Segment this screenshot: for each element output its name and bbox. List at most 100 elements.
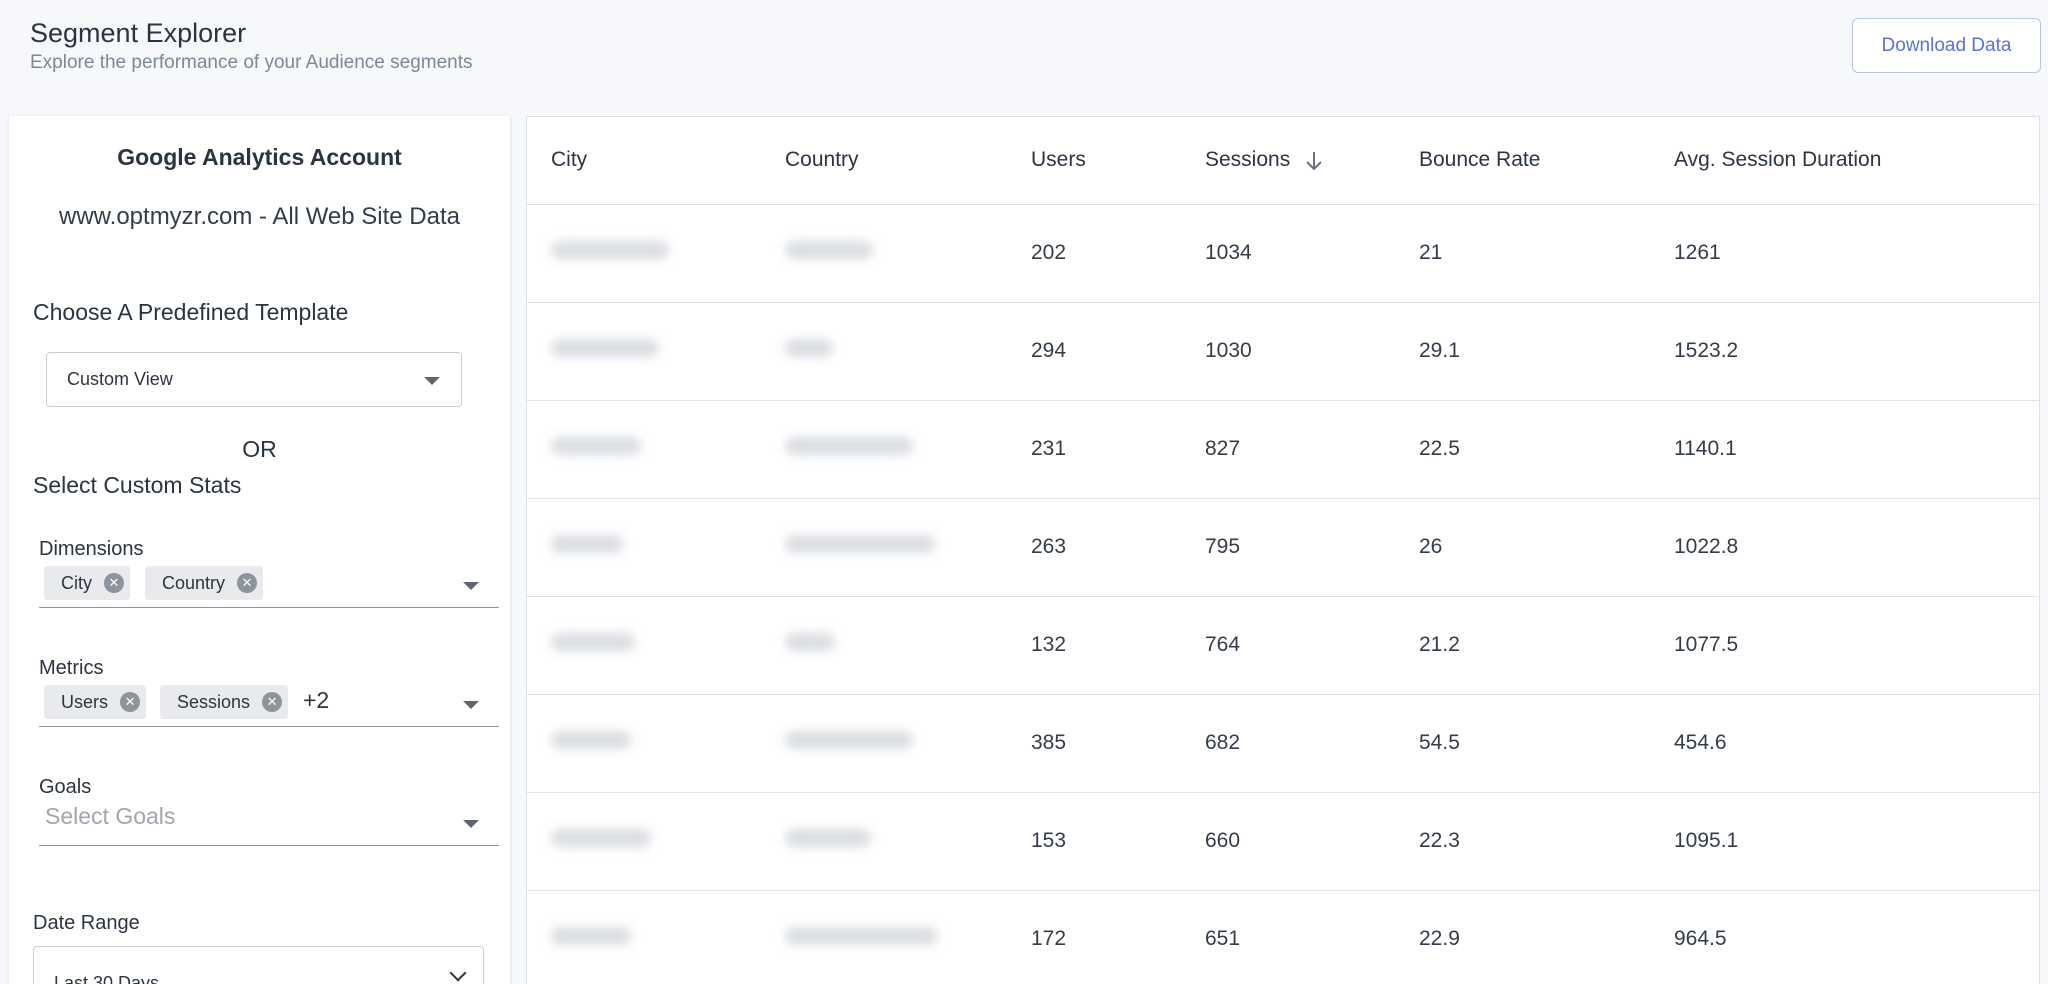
page-header: Segment Explorer Explore the performance… — [0, 0, 2048, 110]
settings-sidebar: Google Analytics Account www.optmyzr.com… — [9, 116, 510, 984]
table-row: 153 660 22.3 1095.1 — [527, 792, 2039, 891]
template-select[interactable]: Custom View — [46, 352, 462, 407]
city-cell-redacted — [527, 302, 785, 401]
page-subtitle: Explore the performance of your Audience… — [30, 52, 473, 73]
bounce-rate-cell: 21 — [1419, 204, 1674, 303]
date-range-label: Date Range — [33, 912, 140, 934]
table-row: 231 827 22.5 1140.1 — [527, 400, 2039, 499]
segment-table-card: City Country Users Sessions Bounce Rate … — [526, 116, 2040, 984]
custom-stats-label: Select Custom Stats — [33, 472, 242, 498]
users-cell: 172 — [1031, 890, 1205, 984]
column-header-avg-session-duration[interactable]: Avg. Session Duration — [1674, 117, 2039, 205]
country-cell-redacted — [785, 890, 1031, 984]
bounce-rate-cell: 26 — [1419, 498, 1674, 597]
metric-chip-users: Users ✕ — [44, 685, 147, 719]
sessions-cell: 651 — [1205, 890, 1419, 984]
goals-placeholder: Select Goals — [45, 803, 176, 829]
sessions-cell: 1034 — [1205, 204, 1419, 303]
dimension-chip-country: Country ✕ — [145, 566, 264, 600]
column-header-label: Sessions — [1205, 148, 1291, 172]
city-cell-redacted — [527, 204, 785, 303]
metrics-label: Metrics — [39, 657, 104, 679]
chevron-down-icon — [449, 964, 467, 982]
remove-chip-icon[interactable]: ✕ — [120, 692, 141, 712]
country-cell-redacted — [785, 400, 1031, 499]
column-header-users[interactable]: Users — [1031, 117, 1205, 205]
bounce-rate-cell: 22.9 — [1419, 890, 1674, 984]
avg-duration-cell: 454.6 — [1674, 694, 2039, 793]
caret-down-icon — [463, 701, 479, 709]
template-label: Choose A Predefined Template — [33, 299, 349, 325]
dimension-chip-city: City ✕ — [44, 566, 130, 600]
users-cell: 202 — [1031, 204, 1205, 303]
avg-duration-cell: 1140.1 — [1674, 400, 2039, 499]
sessions-cell: 764 — [1205, 596, 1419, 695]
bounce-rate-cell: 22.5 — [1419, 400, 1674, 499]
users-cell: 294 — [1031, 302, 1205, 401]
goals-label: Goals — [39, 776, 92, 798]
column-header-country[interactable]: Country — [785, 117, 1031, 205]
date-range-value: Last 30 Days — [54, 973, 160, 984]
column-header-bounce-rate[interactable]: Bounce Rate — [1419, 117, 1674, 205]
table-row: 263 795 26 1022.8 — [527, 498, 2039, 597]
bounce-rate-cell: 22.3 — [1419, 792, 1674, 891]
avg-duration-cell: 1022.8 — [1674, 498, 2039, 597]
chip-label: Sessions — [177, 691, 251, 712]
or-separator: OR — [242, 436, 277, 462]
download-data-button[interactable]: Download Data — [1852, 18, 2041, 73]
users-cell: 153 — [1031, 792, 1205, 891]
remove-chip-icon[interactable]: ✕ — [104, 573, 124, 593]
account-heading: Google Analytics Account — [117, 144, 402, 170]
sessions-cell: 682 — [1205, 694, 1419, 793]
avg-duration-cell: 1261 — [1674, 204, 2039, 303]
country-cell-redacted — [785, 498, 1031, 597]
remove-chip-icon[interactable]: ✕ — [262, 692, 283, 712]
users-cell: 132 — [1031, 596, 1205, 695]
users-cell: 263 — [1031, 498, 1205, 597]
dimensions-select[interactable]: City ✕ Country ✕ — [39, 562, 499, 608]
table-row: 385 682 54.5 454.6 — [527, 694, 2039, 793]
chip-label: Country — [162, 572, 226, 593]
country-cell-redacted — [785, 694, 1031, 793]
avg-duration-cell: 1523.2 — [1674, 302, 2039, 401]
table-row: 132 764 21.2 1077.5 — [527, 596, 2039, 695]
avg-duration-cell: 964.5 — [1674, 890, 2039, 984]
column-header-sessions[interactable]: Sessions — [1205, 117, 1419, 205]
country-cell-redacted — [785, 302, 1031, 401]
country-cell-redacted — [785, 596, 1031, 695]
metric-chip-sessions: Sessions ✕ — [160, 685, 289, 719]
country-cell-redacted — [785, 792, 1031, 891]
users-cell: 231 — [1031, 400, 1205, 499]
city-cell-redacted — [527, 596, 785, 695]
table-row: 202 1034 21 1261 — [527, 204, 2039, 303]
table-row: 294 1030 29.1 1523.2 — [527, 302, 2039, 401]
more-metrics-count: +2 — [303, 687, 330, 713]
column-header-city[interactable]: City — [527, 117, 785, 205]
template-select-value: Custom View — [67, 369, 173, 389]
table-row: 172 651 22.9 964.5 — [527, 890, 2039, 984]
metrics-select[interactable]: Users ✕ Sessions ✕ +2 — [39, 681, 499, 727]
avg-duration-cell: 1077.5 — [1674, 596, 2039, 695]
segment-table: City Country Users Sessions Bounce Rate … — [527, 117, 2039, 984]
account-name: www.optmyzr.com - All Web Site Data — [58, 203, 460, 230]
chip-label: City — [61, 572, 92, 593]
sessions-cell: 660 — [1205, 792, 1419, 891]
date-range-select[interactable]: Last 30 Days — [33, 946, 484, 984]
caret-down-icon — [463, 820, 479, 828]
caret-down-icon — [424, 377, 440, 385]
city-cell-redacted — [527, 400, 785, 499]
sessions-cell: 795 — [1205, 498, 1419, 597]
sessions-cell: 827 — [1205, 400, 1419, 499]
remove-chip-icon[interactable]: ✕ — [237, 573, 258, 593]
page-title: Segment Explorer — [30, 18, 247, 48]
country-cell-redacted — [785, 204, 1031, 303]
sessions-cell: 1030 — [1205, 302, 1419, 401]
table-header-row: City Country Users Sessions Bounce Rate … — [527, 117, 2039, 205]
goals-select[interactable]: Select Goals — [39, 800, 499, 846]
bounce-rate-cell: 29.1 — [1419, 302, 1674, 401]
city-cell-redacted — [527, 694, 785, 793]
city-cell-redacted — [527, 498, 785, 597]
caret-down-icon — [463, 582, 479, 590]
bounce-rate-cell: 54.5 — [1419, 694, 1674, 793]
bounce-rate-cell: 21.2 — [1419, 596, 1674, 695]
